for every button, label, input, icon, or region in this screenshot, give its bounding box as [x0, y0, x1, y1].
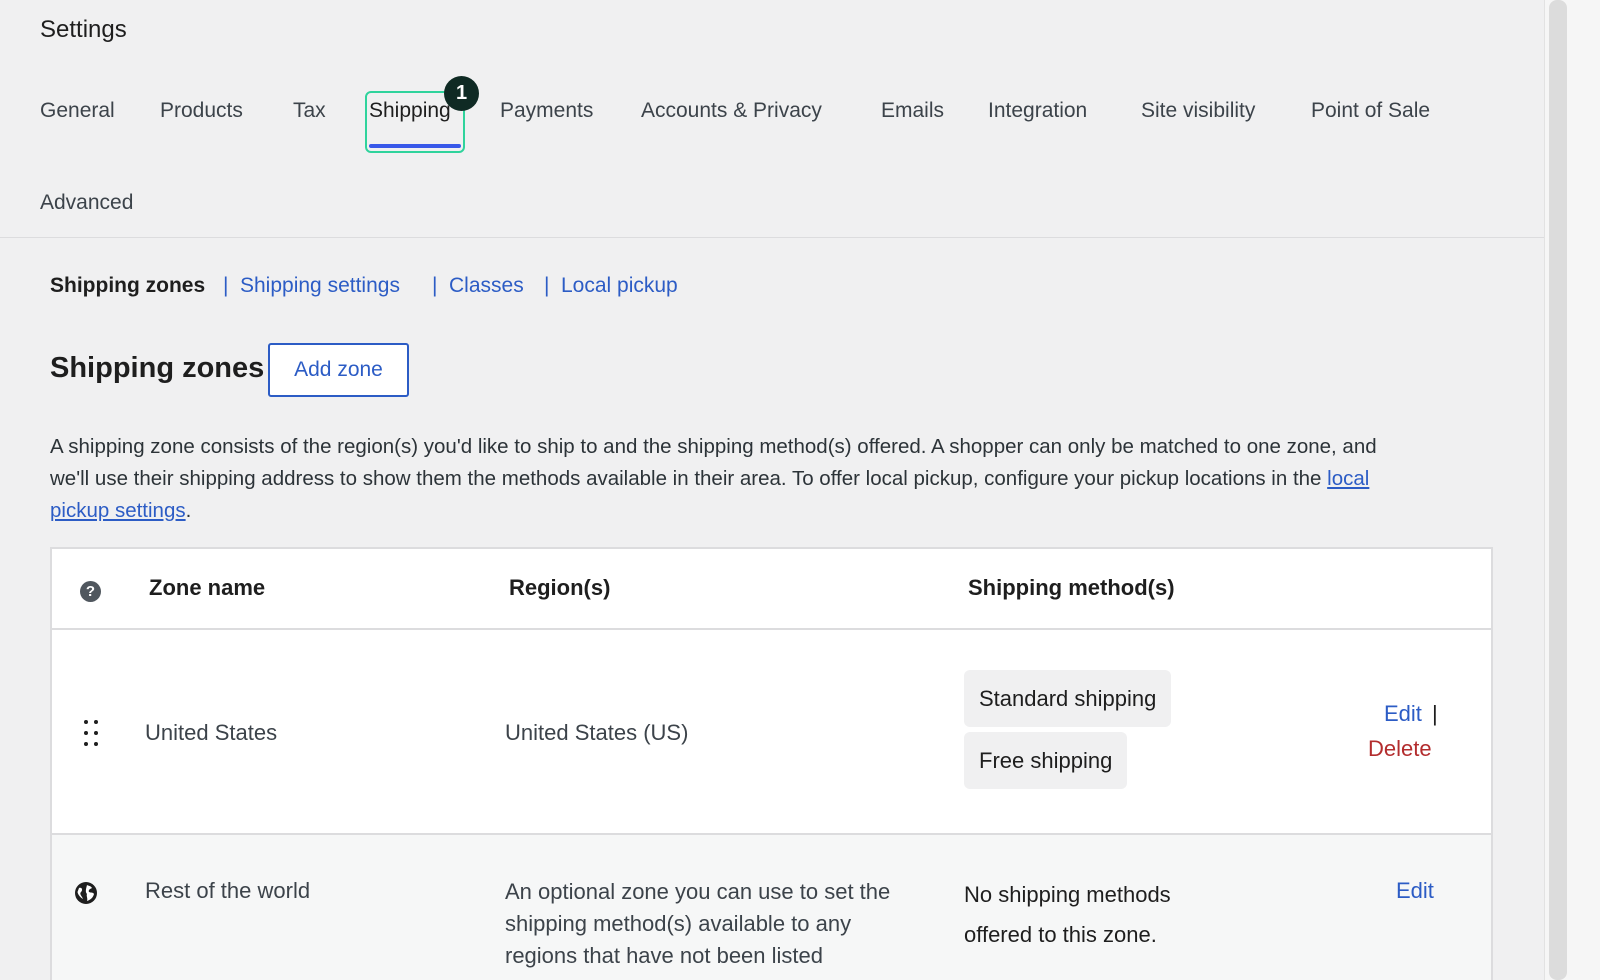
drag-handle-icon[interactable]: [84, 720, 98, 746]
settings-page: Settings General Products Tax Shipping 1…: [0, 0, 1600, 980]
subnav-link-shipping-settings[interactable]: Shipping settings: [240, 274, 400, 298]
column-zone-name: Zone name: [149, 575, 266, 600]
help-icon[interactable]: ?: [80, 581, 101, 602]
edit-zone-link[interactable]: Edit: [1396, 878, 1434, 904]
tab-shipping[interactable]: Shipping: [369, 99, 451, 123]
tab-tax[interactable]: Tax: [293, 99, 326, 123]
tab-integration[interactable]: Integration: [988, 99, 1087, 123]
no-methods-text: No shipping methods offered to this zone…: [964, 882, 1171, 947]
tab-emails[interactable]: Emails: [881, 99, 944, 123]
column-shipping-methods: Shipping method(s): [968, 575, 1175, 600]
subnav-separator: |: [223, 274, 229, 297]
shipping-zones-table: ? Zone name Region(s) Shipping method(s)…: [50, 547, 1493, 980]
subnav-link-classes[interactable]: Classes: [449, 274, 524, 298]
zone-regions: United States (US): [505, 720, 689, 745]
edit-zone-link[interactable]: Edit: [1384, 701, 1422, 727]
active-tab-underline: [369, 144, 461, 148]
tab-advanced[interactable]: Advanced: [40, 191, 133, 215]
add-zone-button[interactable]: Add zone: [268, 343, 409, 397]
section-title: Shipping zones: [50, 352, 265, 384]
page-title: Settings: [40, 16, 127, 43]
description-text: A shipping zone consists of the region(s…: [50, 435, 1377, 490]
column-regions: Region(s): [509, 575, 611, 600]
method-pill-standard-shipping[interactable]: Standard shipping: [964, 670, 1172, 727]
action-separator: |: [1432, 701, 1438, 726]
tabs-divider: [0, 237, 1544, 238]
table-header: ? Zone name Region(s) Shipping method(s): [52, 549, 1491, 630]
tab-accounts-privacy[interactable]: Accounts & Privacy: [641, 99, 822, 123]
tab-shipping-badge: 1: [444, 76, 479, 111]
table-row: Rest of the world An optional zone you c…: [52, 835, 1491, 980]
subnav-separator: |: [544, 274, 550, 297]
zone-name: Rest of the world: [145, 878, 311, 903]
scrollbar-thumb[interactable]: [1549, 0, 1567, 980]
vertical-scrollbar[interactable]: [1544, 0, 1600, 980]
table-row: United States United States (US) Standar…: [52, 630, 1491, 835]
subnav-separator: |: [432, 274, 438, 297]
globe-icon: [75, 882, 97, 904]
description-end: .: [185, 499, 192, 522]
tab-site-visibility[interactable]: Site visibility: [1141, 99, 1255, 123]
delete-zone-link[interactable]: Delete: [1368, 736, 1432, 762]
subnav-current-shipping-zones: Shipping zones: [50, 274, 206, 297]
tab-point-of-sale[interactable]: Point of Sale: [1311, 99, 1430, 123]
tab-general[interactable]: General: [40, 99, 115, 123]
shipping-zones-description: A shipping zone consists of the region(s…: [50, 431, 1390, 527]
zone-name: United States: [145, 720, 278, 745]
subnav-link-local-pickup[interactable]: Local pickup: [561, 274, 678, 298]
method-pill-free-shipping[interactable]: Free shipping: [964, 732, 1128, 789]
tab-products[interactable]: Products: [160, 99, 243, 123]
zone-regions-description: An optional zone you can use to set the …: [505, 879, 891, 968]
tab-payments[interactable]: Payments: [500, 99, 593, 123]
